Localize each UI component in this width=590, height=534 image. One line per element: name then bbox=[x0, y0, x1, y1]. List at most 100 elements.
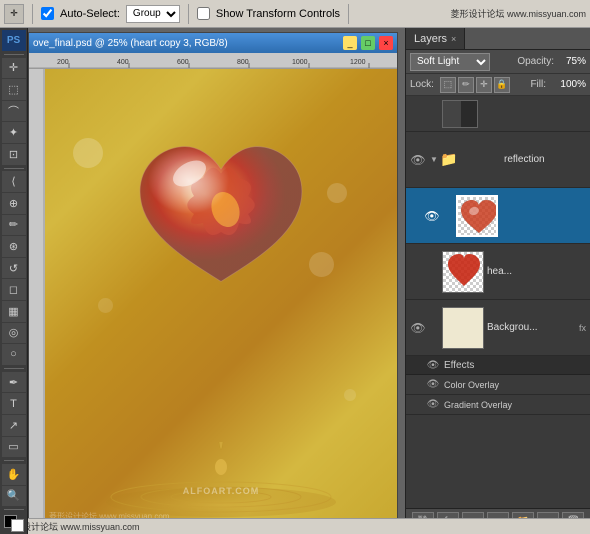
pen-tool[interactable]: ✒ bbox=[2, 372, 26, 393]
main-canvas-area: ove_final.psd @ 25% (heart copy 3, RGB/8… bbox=[28, 28, 403, 534]
shape-tool[interactable]: ▭ bbox=[2, 437, 26, 458]
layer-item-background[interactable]: 👁 Backgrou... fx bbox=[406, 300, 590, 356]
text-tool[interactable]: T bbox=[2, 393, 26, 414]
magic-wand-tool[interactable]: ✦ bbox=[2, 122, 26, 143]
effect-color-overlay[interactable]: 👁 Color Overlay bbox=[406, 375, 590, 395]
gradient-tool[interactable]: ▦ bbox=[2, 301, 26, 322]
layers-panel: Layers × Soft Light Opacity: 75% Lock: ⬚… bbox=[405, 28, 590, 534]
toolbar-divider-3 bbox=[348, 4, 349, 24]
effects-header-row: 👁 Effects bbox=[406, 356, 590, 375]
site-watermark: 菱形设计论坛 www.missyuan.com bbox=[450, 7, 586, 20]
top-toolbar: ✛ Auto-Select: Group Show Transform Cont… bbox=[0, 0, 590, 28]
background-color[interactable] bbox=[11, 519, 24, 532]
history-tool[interactable]: ↺ bbox=[2, 258, 26, 279]
minimize-button[interactable]: _ bbox=[343, 36, 357, 50]
layer-list[interactable]: 👁 ▼ 📁 reflection 👁 bbox=[406, 96, 590, 508]
hand-tool[interactable]: ✋ bbox=[2, 464, 26, 485]
layer-item-hea[interactable]: hea... bbox=[406, 244, 590, 300]
opacity-value[interactable]: 75% bbox=[558, 56, 586, 67]
svg-text:200: 200 bbox=[57, 59, 69, 66]
gradient-overlay-eye[interactable]: 👁 bbox=[426, 398, 440, 412]
water-ripples-svg bbox=[101, 437, 341, 517]
layer-bg-visibility[interactable]: 👁 bbox=[410, 320, 426, 336]
lock-row: Lock: ⬚ ✏ ✛ 🔒 Fill: 100% bbox=[406, 74, 590, 96]
fill-value[interactable]: 100% bbox=[550, 79, 586, 90]
lock-transparent-btn[interactable]: ⬚ bbox=[440, 77, 456, 93]
blend-mode-select[interactable]: Soft Light bbox=[410, 53, 490, 71]
document-titlebar: ove_final.psd @ 25% (heart copy 3, RGB/8… bbox=[29, 33, 397, 53]
blur-tool[interactable]: ◎ bbox=[2, 323, 26, 344]
heal-tool[interactable]: ⊕ bbox=[2, 193, 26, 214]
layer-heart-copy-thumbnail bbox=[456, 195, 498, 237]
crop-tool[interactable]: ⊡ bbox=[2, 144, 26, 165]
layer-0-thumbnail bbox=[442, 100, 478, 128]
layer-reflection-arrow[interactable]: ▼ bbox=[429, 152, 439, 168]
fill-label: Fill: bbox=[530, 79, 546, 90]
opacity-label: Opacity: bbox=[517, 56, 554, 67]
layer-heart-copy-arrow bbox=[443, 208, 453, 224]
dodge-tool[interactable]: ○ bbox=[2, 344, 26, 365]
move-tool-icon[interactable]: ✛ bbox=[4, 4, 24, 24]
layer-reflection-visibility[interactable]: 👁 bbox=[410, 152, 426, 168]
color-overlay-name: Color Overlay bbox=[444, 380, 499, 390]
canvas-watermark: ALFOART.COM bbox=[183, 486, 260, 496]
selection-tool[interactable]: ⬚ bbox=[2, 79, 26, 100]
tool-separator-1 bbox=[4, 54, 24, 55]
tool-separator-4 bbox=[4, 460, 24, 461]
svg-text:600: 600 bbox=[177, 59, 189, 66]
color-swatches[interactable] bbox=[4, 515, 24, 532]
tool-separator-3 bbox=[4, 368, 24, 369]
layer-bg-thumbnail bbox=[442, 307, 484, 349]
lock-position-btn[interactable]: ✛ bbox=[476, 77, 492, 93]
layer-item-reflection[interactable]: 👁 ▼ 📁 reflection bbox=[406, 132, 590, 188]
layers-tab[interactable]: Layers × bbox=[406, 28, 465, 49]
svg-text:400: 400 bbox=[117, 59, 129, 66]
bottom-status-bar: 菱形设计论坛 www.missyuan.com bbox=[0, 518, 590, 534]
svg-text:1200: 1200 bbox=[350, 59, 366, 66]
lock-all-btn[interactable]: 🔒 bbox=[494, 77, 510, 93]
canvas-content: ALFOART.COM 菱形设计论坛 www.missyuan.com bbox=[45, 69, 397, 526]
layers-tab-close[interactable]: × bbox=[451, 34, 456, 44]
eyedropper-tool[interactable]: ⟨ bbox=[2, 171, 26, 192]
bokeh-3 bbox=[98, 298, 113, 313]
bokeh-4 bbox=[309, 252, 334, 277]
layer-bg-arrow bbox=[429, 320, 439, 336]
ruler-svg: 200 400 600 800 1000 1200 bbox=[29, 53, 397, 69]
transform-controls-checkbox[interactable] bbox=[197, 7, 210, 20]
document-title: ove_final.psd @ 25% (heart copy 3, RGB/8… bbox=[33, 38, 339, 49]
tool-separator-2 bbox=[4, 168, 24, 169]
tool-separator-5 bbox=[4, 509, 24, 510]
auto-select-checkbox[interactable] bbox=[41, 7, 54, 20]
maximize-button[interactable]: □ bbox=[361, 36, 375, 50]
zoom-tool[interactable]: 🔍 bbox=[2, 486, 26, 507]
effects-eye[interactable]: 👁 bbox=[426, 358, 440, 372]
toolbar-divider-1 bbox=[32, 4, 33, 24]
vertical-ruler bbox=[29, 69, 45, 526]
move-tool[interactable]: ✛ bbox=[2, 58, 26, 79]
close-button[interactable]: × bbox=[379, 36, 393, 50]
auto-select-dropdown[interactable]: Group bbox=[126, 5, 180, 23]
clone-stamp-tool[interactable]: ⊛ bbox=[2, 236, 26, 257]
color-overlay-eye[interactable]: 👁 bbox=[426, 378, 440, 392]
canvas-image-area[interactable]: ALFOART.COM 菱形设计论坛 www.missyuan.com bbox=[45, 69, 397, 526]
layer-hea-thumbnail bbox=[442, 251, 484, 293]
bokeh-1 bbox=[73, 138, 103, 168]
lasso-tool[interactable]: ⌒ bbox=[2, 101, 26, 122]
tool-ps-logo: PS bbox=[2, 30, 26, 51]
layer-0-arrow bbox=[429, 106, 439, 122]
bokeh-5 bbox=[344, 389, 356, 401]
document-window: ove_final.psd @ 25% (heart copy 3, RGB/8… bbox=[28, 32, 398, 527]
left-tools-panel: PS ✛ ⬚ ⌒ ✦ ⊡ ⟨ ⊕ ✏ ⊛ ↺ ◻ ▦ ◎ ○ ✒ T ↗ ▭ ✋… bbox=[0, 28, 28, 534]
layer-bg-fx: fx bbox=[579, 323, 586, 333]
layer-item-heart-copy[interactable]: 👁 bbox=[406, 188, 590, 244]
path-select-tool[interactable]: ↗ bbox=[2, 415, 26, 436]
brush-tool[interactable]: ✏ bbox=[2, 215, 26, 236]
effect-gradient-overlay[interactable]: 👁 Gradient Overlay bbox=[406, 395, 590, 415]
toolbar-divider-2 bbox=[188, 4, 189, 24]
eraser-tool[interactable]: ◻ bbox=[2, 279, 26, 300]
show-transform-label: Show Transform Controls bbox=[216, 8, 340, 20]
layer-item-0[interactable] bbox=[406, 96, 590, 132]
lock-image-btn[interactable]: ✏ bbox=[458, 77, 474, 93]
blend-mode-row: Soft Light Opacity: 75% bbox=[406, 50, 590, 74]
layer-heart-copy-visibility[interactable]: 👁 bbox=[424, 208, 440, 224]
